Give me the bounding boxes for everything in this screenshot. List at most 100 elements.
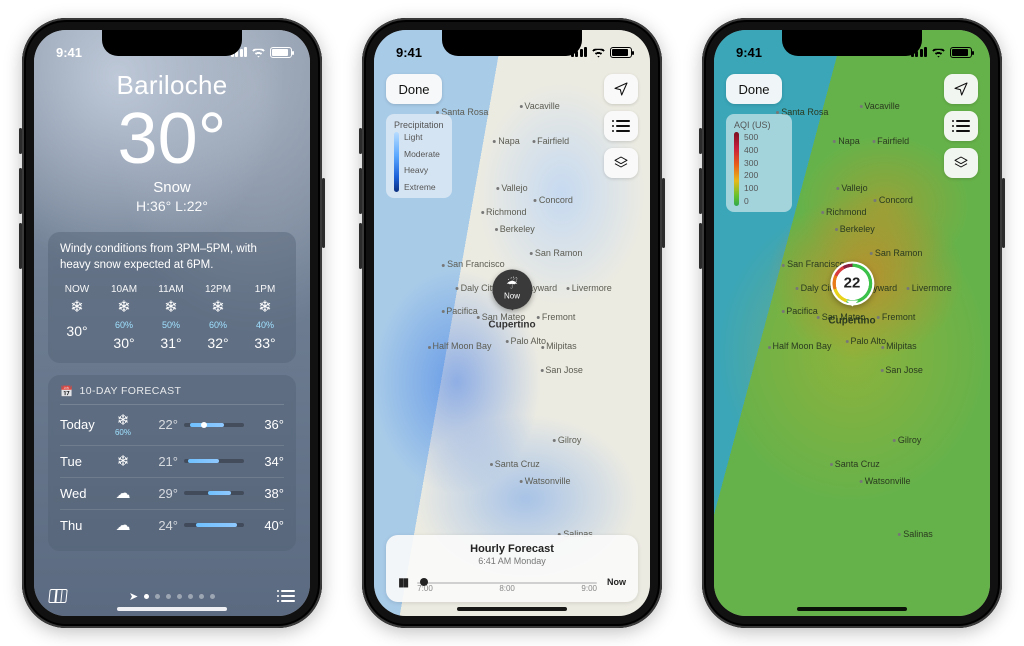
timeline-now-label: Now (607, 577, 626, 587)
city-label: Fairfield (532, 136, 569, 146)
status-time: 9:41 (736, 45, 762, 60)
city-label: Fairfield (872, 136, 909, 146)
home-indicator[interactable] (797, 607, 907, 611)
calendar-icon: 📅 (60, 385, 73, 398)
city-label: Livermore (907, 283, 952, 293)
city-label: Pacifica (441, 306, 478, 316)
tenday-card[interactable]: 📅 10-DAY FORECAST Today ❄︎60% 22° 36°Tue… (48, 375, 296, 551)
city-label: Napa (493, 136, 520, 146)
city-label: Santa Cruz (490, 459, 540, 469)
city-label: Half Moon Bay (768, 341, 832, 351)
city-label: Fremont (537, 312, 576, 322)
precip-legend: Precipitation LightModerateHeavyExtreme (386, 114, 452, 198)
city-label: Livermore (567, 283, 612, 293)
pin-city: Cupertino (488, 319, 535, 330)
city-label: Napa (833, 136, 860, 146)
condition-text: Snow (48, 179, 296, 196)
map-button[interactable] (48, 586, 68, 606)
city-label: Richmond (481, 207, 527, 217)
city-label: Santa Cruz (830, 459, 880, 469)
hourly-item: 10AM❄︎60%30° (107, 283, 141, 353)
city-label: Concord (874, 195, 913, 205)
city-label: Gilroy (553, 435, 582, 445)
list-button[interactable] (944, 111, 978, 141)
pin-label: Now (504, 292, 520, 301)
hourly-item: 12PM❄︎60%32° (201, 283, 235, 353)
weather-bottom-bar: ➤ (48, 586, 296, 606)
location-arrow-icon: ➤ (129, 590, 138, 603)
layers-button[interactable] (944, 148, 978, 178)
forecast-alert-card[interactable]: Windy conditions from 3PM–5PM, with heav… (48, 232, 296, 363)
pin-city: Cupertino (828, 315, 875, 326)
timeline-slider[interactable]: 7:008:009:00 (417, 572, 597, 592)
timeline-subtitle: 6:41 AM Monday (398, 556, 626, 566)
city-label: Vacaville (519, 101, 559, 111)
tenday-row[interactable]: Thu ☁︎ 24° 40° (60, 510, 284, 541)
list-button[interactable] (604, 111, 638, 141)
location-name: Bariloche (48, 70, 296, 101)
city-label: Vacaville (859, 101, 899, 111)
weather-screen: 9:41 Bariloche 30° Snow H:36° L:22° Wind… (34, 30, 310, 616)
phone-aqi-map: Santa RosaVacavilleNapaFairfieldVallejoR… (702, 18, 1002, 628)
city-label: Half Moon Bay (428, 341, 492, 351)
weather-header: Bariloche 30° Snow H:36° L:22° (48, 70, 296, 214)
wifi-icon (591, 47, 606, 58)
city-label: Gilroy (893, 435, 922, 445)
aqi-map-pin[interactable]: 22 Cupertino (828, 261, 875, 326)
map-pin[interactable]: ☔︎ Now Cupertino (488, 269, 535, 330)
home-indicator[interactable] (117, 607, 227, 611)
locate-button[interactable] (604, 74, 638, 104)
battery-icon (950, 47, 972, 58)
status-time: 9:41 (56, 45, 82, 60)
city-label: Salinas (898, 529, 933, 539)
location-arrow-icon (953, 81, 969, 97)
current-temp: 30° (48, 103, 296, 175)
layers-button[interactable] (604, 148, 638, 178)
tenday-row[interactable]: Wed ☁︎ 29° 38° (60, 478, 284, 510)
city-label: Watsonville (520, 476, 571, 486)
tenday-row[interactable]: Tue ❄︎ 21° 34° (60, 446, 284, 478)
aqi-legend: AQI (US) 5004003002001000 (726, 114, 792, 212)
precip-map-screen[interactable]: Santa RosaVacavilleNapaFairfieldVallejoR… (374, 30, 650, 616)
timeline-title: Hourly Forecast (398, 543, 626, 555)
layers-icon (613, 155, 629, 171)
city-label: San Jose (540, 365, 583, 375)
tenday-title: 10-DAY FORECAST (79, 385, 181, 397)
city-label: Berkeley (835, 224, 875, 234)
hourly-forecast[interactable]: Now❄︎30°10AM❄︎60%30°11AM❄︎50%31°12PM❄︎60… (60, 283, 284, 353)
done-button[interactable]: Done (726, 74, 782, 104)
wifi-icon (931, 47, 946, 58)
status-time: 9:41 (396, 45, 422, 60)
home-indicator[interactable] (457, 607, 567, 611)
done-button[interactable]: Done (386, 74, 442, 104)
city-label: Palo Alto (846, 336, 887, 346)
city-label: Watsonville (860, 476, 911, 486)
city-label: Concord (534, 195, 573, 205)
aqi-value: 22 (844, 275, 861, 292)
tenday-row[interactable]: Today ❄︎60% 22° 36° (60, 405, 284, 446)
location-arrow-icon (613, 81, 629, 97)
page-dots[interactable]: ➤ (129, 590, 215, 603)
wifi-icon (251, 47, 266, 58)
phone-weather: 9:41 Bariloche 30° Snow H:36° L:22° Wind… (22, 18, 322, 628)
city-label: Vallejo (836, 183, 867, 193)
city-label: Richmond (821, 207, 867, 217)
city-label: San Jose (880, 365, 923, 375)
city-label: Milpitas (541, 341, 577, 351)
city-label: Berkeley (495, 224, 535, 234)
layers-icon (953, 155, 969, 171)
city-label: Milpitas (881, 341, 917, 351)
hourly-item: Now❄︎30° (60, 283, 94, 353)
phone-precip-map: Santa RosaVacavilleNapaFairfieldVallejoR… (362, 18, 662, 628)
city-label: Vallejo (496, 183, 527, 193)
hi-lo-text: H:36° L:22° (48, 198, 296, 214)
rain-icon: ☔︎ (506, 278, 518, 291)
battery-icon (270, 47, 292, 58)
city-label: San Francisco (442, 259, 505, 269)
aqi-map-screen[interactable]: Santa RosaVacavilleNapaFairfieldVallejoR… (714, 30, 990, 616)
city-label: San Ramon (530, 248, 583, 258)
locate-button[interactable] (944, 74, 978, 104)
list-button[interactable] (276, 586, 296, 606)
city-label: Fremont (877, 312, 916, 322)
pause-button[interactable]: ▮▮ (398, 575, 407, 589)
